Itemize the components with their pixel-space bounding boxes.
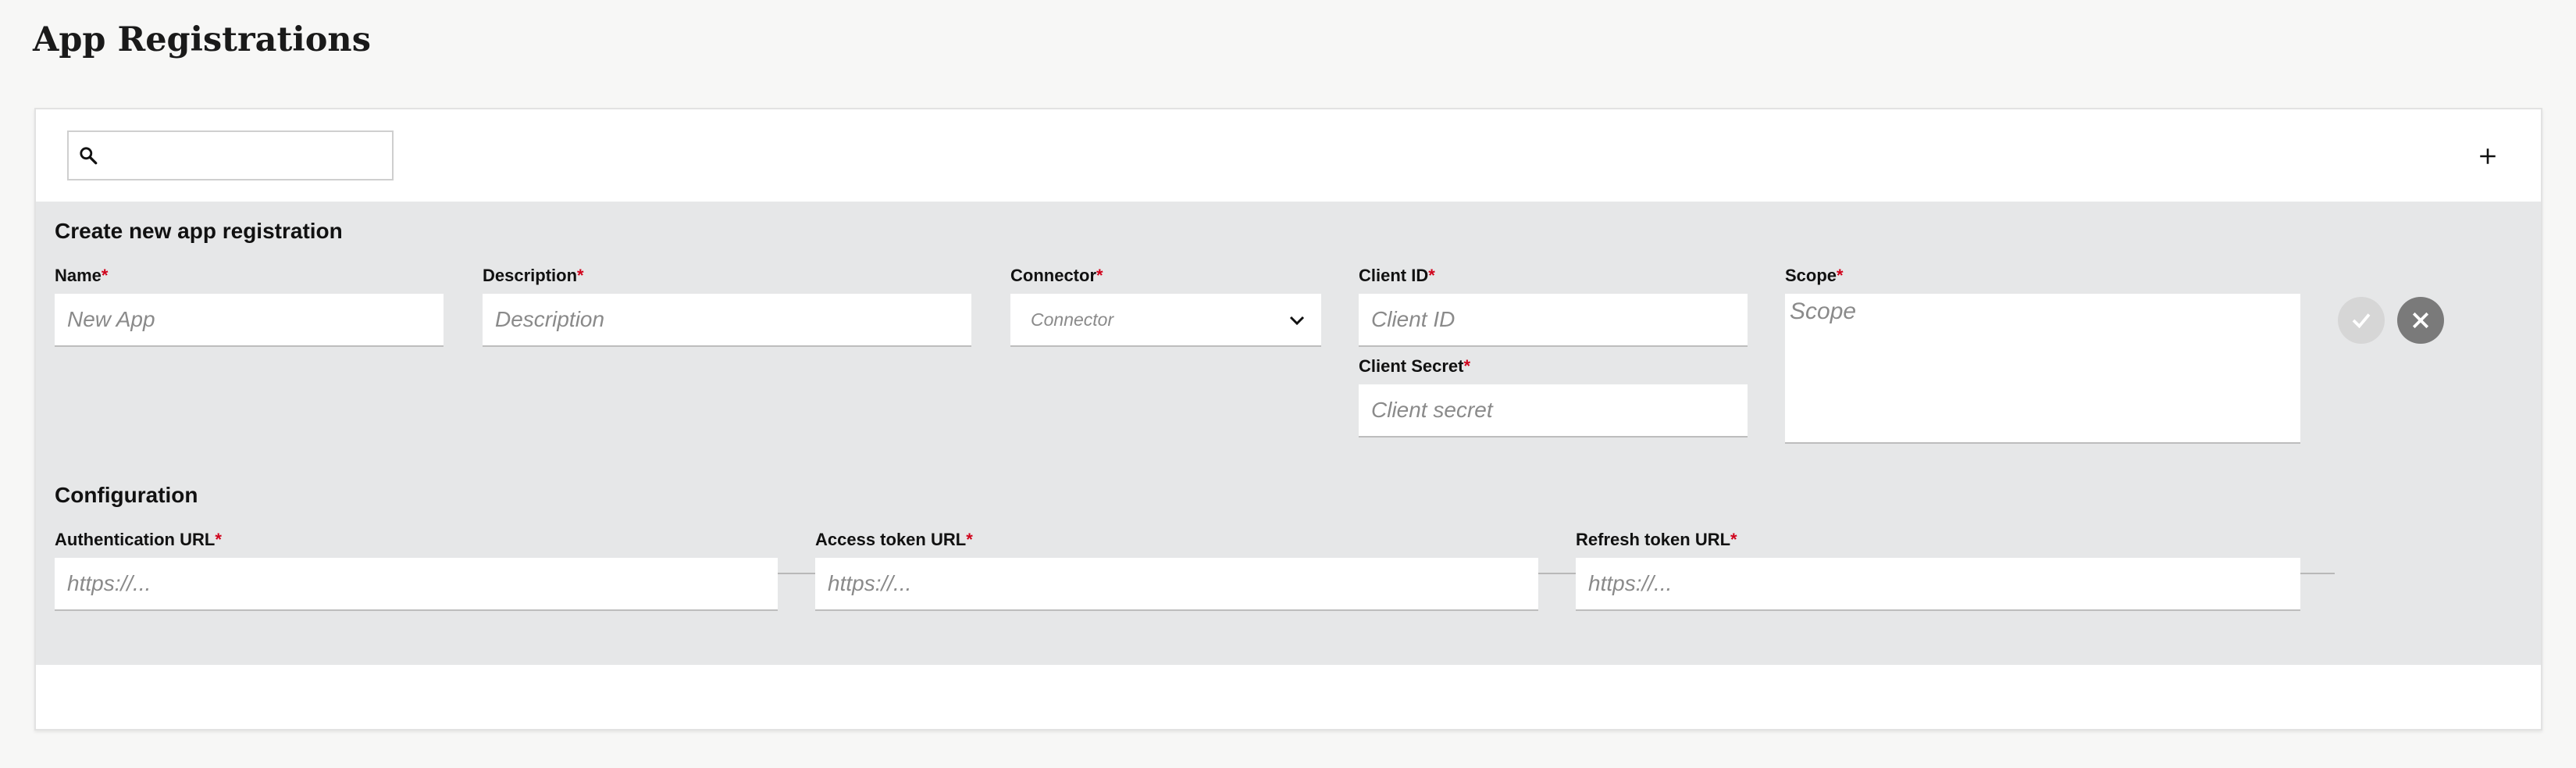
close-icon: [2412, 312, 2429, 329]
client-secret-label: Client Secret*: [1359, 356, 1471, 376]
auth-url-label: Authentication URL*: [55, 530, 222, 549]
refresh-token-url-input[interactable]: [1576, 558, 2300, 611]
access-token-url-label: Access token URL*: [815, 530, 973, 549]
page-title: App Registrations: [33, 20, 371, 59]
connector-label: Connector*: [1010, 266, 1103, 285]
scope-textarea[interactable]: [1785, 294, 2300, 444]
plus-icon: [2480, 148, 2496, 164]
scope-label: Scope*: [1785, 266, 1844, 285]
cancel-button[interactable]: [2397, 297, 2444, 344]
connector-select[interactable]: Connector: [1010, 294, 1321, 347]
refresh-token-url-label: Refresh token URL*: [1576, 530, 1737, 549]
name-input[interactable]: [55, 294, 444, 347]
check-icon: [2352, 313, 2371, 329]
client-secret-input[interactable]: [1359, 384, 1748, 438]
search-input[interactable]: [112, 138, 381, 174]
chevron-down-icon: [1289, 316, 1305, 326]
toolbar: [36, 109, 2541, 202]
connector-placeholder: Connector: [1031, 309, 1114, 330]
configuration-title: Configuration: [55, 483, 198, 507]
confirm-button[interactable]: [2338, 297, 2385, 344]
app-registrations-card: Create new app registration Name* Descri…: [34, 108, 2542, 730]
form-title: Create new app registration: [55, 219, 343, 243]
client-id-input[interactable]: [1359, 294, 1748, 347]
search-box[interactable]: [67, 130, 394, 180]
description-input[interactable]: [483, 294, 971, 347]
add-button[interactable]: [2466, 134, 2510, 178]
create-form-panel: Create new app registration Name* Descri…: [36, 202, 2541, 665]
access-token-url-input[interactable]: [815, 558, 1538, 611]
name-label: Name*: [55, 266, 109, 285]
auth-url-input[interactable]: [55, 558, 778, 611]
client-id-label: Client ID*: [1359, 266, 1435, 285]
description-label: Description*: [483, 266, 584, 285]
search-icon: [80, 147, 98, 165]
